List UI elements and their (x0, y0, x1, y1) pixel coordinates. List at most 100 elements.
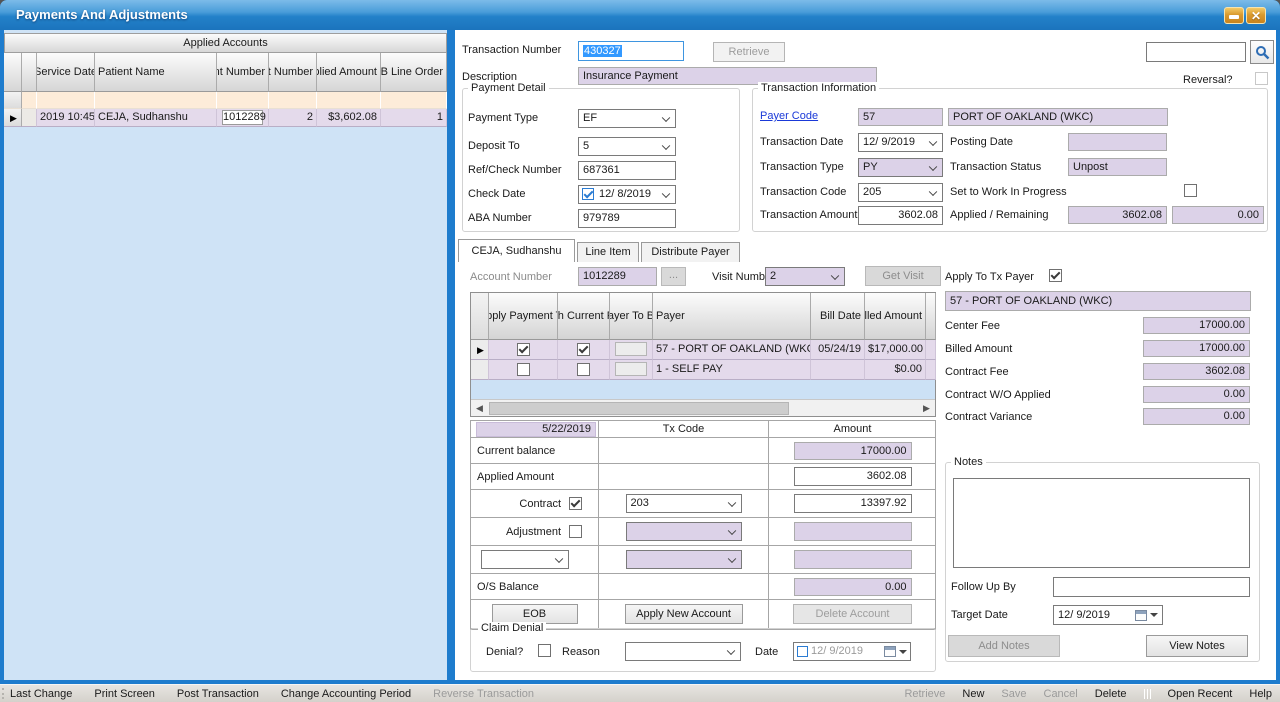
account-lookup-button[interactable]: ... (661, 267, 686, 286)
delete-command[interactable]: Delete (1095, 688, 1127, 700)
col-service-date[interactable]: Service Date (37, 53, 95, 92)
set-to-wip-checkbox[interactable] (1184, 184, 1197, 197)
col-visit-number[interactable]: Visit Number (269, 53, 317, 92)
col-switch-current-payer[interactable]: Switch Current Payer (558, 293, 610, 340)
cell-patient-name[interactable]: CEJA, Sudhanshu (95, 109, 217, 127)
switch-payer-checkbox[interactable] (577, 343, 590, 356)
cell-account-number[interactable]: 1012289 (217, 109, 269, 127)
denial-date-checkbox[interactable] (797, 646, 808, 657)
post-transaction-command[interactable]: Post Transaction (177, 688, 259, 700)
view-notes-button[interactable]: View Notes (1146, 635, 1248, 657)
scroll-left-icon[interactable]: ◀ (471, 400, 488, 417)
payer-to-bill-cell[interactable] (615, 342, 647, 356)
switch-payer-checkbox[interactable] (577, 363, 590, 376)
col-patient-name[interactable]: Patient Name (95, 53, 217, 92)
visit-number-select[interactable]: 2 (765, 267, 845, 286)
contract-amount-input[interactable]: 13397.92 (794, 494, 912, 513)
apply-payment-checkbox[interactable] (517, 343, 530, 356)
extra-row-select[interactable] (481, 550, 569, 569)
payer-row-self-pay[interactable]: 1 - SELF PAY $0.00 (471, 360, 935, 380)
col-billed-amount[interactable]: Billed Amount (865, 293, 926, 340)
cell-eob-line-order[interactable]: 1 (381, 109, 447, 127)
col-payer-to-bill[interactable]: Payer To Bill (610, 293, 653, 340)
apply-to-tx-payer-checkbox[interactable] (1049, 269, 1062, 282)
apply-new-account-button[interactable]: Apply New Account (625, 604, 743, 624)
check-date-checkbox[interactable] (582, 188, 594, 200)
denial-reason-select[interactable] (625, 642, 741, 661)
applied-amount-input[interactable]: 3602.08 (794, 467, 912, 486)
check-date-picker[interactable]: 12/ 8/2019 (578, 185, 676, 204)
notes-title: Notes (951, 456, 986, 468)
payer-to-bill-cell[interactable] (615, 362, 647, 376)
tab-line-item[interactable]: Line Item (577, 242, 639, 262)
search-input[interactable] (1146, 42, 1246, 62)
print-screen-command[interactable]: Print Screen (94, 688, 155, 700)
payer-cell[interactable]: 1 - SELF PAY (653, 360, 811, 380)
apply-payment-checkbox[interactable] (517, 363, 530, 376)
cell-applied-amount[interactable]: $3,602.08 (317, 109, 381, 127)
contract-tx-code-select[interactable]: 203 (626, 494, 742, 513)
transaction-code-select[interactable]: 205 (858, 183, 943, 202)
extra-tx-code-select[interactable] (626, 550, 742, 569)
adjustment-checkbox[interactable] (569, 525, 582, 538)
change-accounting-period-command[interactable]: Change Accounting Period (281, 688, 411, 700)
transaction-number-input[interactable]: 430327 (578, 41, 684, 61)
col-eob-line-order[interactable]: EOB Line Order (381, 53, 447, 92)
billed-amount-cell[interactable]: $17,000.00 (865, 340, 926, 360)
save-command[interactable]: Save (1001, 688, 1026, 700)
cell-visit-number[interactable]: 2 (269, 109, 317, 127)
reversal-checkbox[interactable] (1255, 72, 1268, 85)
deposit-to-select[interactable]: 5 (578, 137, 676, 156)
cancel-command[interactable]: Cancel (1044, 688, 1078, 700)
denial-date-picker[interactable]: 12/ 9/2019 (793, 642, 911, 661)
transaction-amount-input[interactable]: 3602.08 (858, 206, 943, 225)
col-bill-date[interactable]: Bill Date (811, 293, 865, 340)
delete-account-button[interactable]: Delete Account (793, 604, 912, 624)
col-account-number[interactable]: Account Number (217, 53, 269, 92)
get-visit-button[interactable]: Get Visit (865, 266, 941, 286)
retrieve-button[interactable]: Retrieve (713, 42, 785, 62)
account-number-field[interactable]: 1012289 (578, 267, 657, 286)
retrieve-command[interactable]: Retrieve (904, 688, 945, 700)
col-apply-payment-to[interactable]: Apply Payment To (489, 293, 558, 340)
posting-date-label: Posting Date (950, 136, 1013, 148)
open-recent-command[interactable]: Open Recent (1168, 688, 1233, 700)
tab-patient[interactable]: CEJA, Sudhanshu (458, 239, 575, 262)
aba-number-input[interactable]: 979789 (578, 209, 676, 228)
follow-up-by-input[interactable] (1053, 577, 1250, 597)
cell-service-date[interactable]: 2019 10:45:0 (37, 109, 95, 127)
adjustment-tx-code-select[interactable] (626, 522, 742, 541)
search-button[interactable] (1250, 40, 1274, 64)
payer-code-field[interactable]: 57 (858, 108, 943, 126)
scrollbar-thumb[interactable] (489, 402, 789, 415)
transaction-type-select[interactable]: PY (858, 158, 943, 177)
billed-amount-cell[interactable]: $0.00 (865, 360, 926, 380)
table-row[interactable]: ▶ 2019 10:45:0 CEJA, Sudhanshu 1012289 2… (4, 109, 447, 127)
last-change-command[interactable]: Last Change (10, 688, 72, 700)
eob-button[interactable]: EOB (492, 604, 578, 624)
reverse-transaction-command[interactable]: Reverse Transaction (433, 688, 534, 700)
payer-code-link[interactable]: Payer Code (760, 110, 818, 122)
transaction-date-picker[interactable]: 12/ 9/2019 (858, 133, 943, 152)
scroll-right-icon[interactable]: ▶ (918, 400, 935, 417)
notes-textarea[interactable] (953, 478, 1250, 568)
horizontal-scrollbar[interactable]: ◀ ▶ (471, 399, 935, 416)
target-date-picker[interactable]: 12/ 9/2019 (1053, 605, 1163, 625)
add-notes-button[interactable]: Add Notes (948, 635, 1060, 657)
col-applied-amount[interactable]: Applied Amount (317, 53, 381, 92)
ref-check-number-input[interactable]: 687361 (578, 161, 676, 180)
minimize-button[interactable] (1224, 7, 1244, 24)
col-payer[interactable]: Payer (653, 293, 811, 340)
filter-row[interactable] (4, 92, 447, 109)
bill-date-cell[interactable]: 05/24/19 (811, 340, 865, 360)
payer-row-port-of-oakland[interactable]: ▶ 57 - PORT OF OAKLAND (WKC) 05/24/19 $1… (471, 340, 935, 360)
close-button[interactable]: ✕ (1246, 7, 1266, 24)
contract-checkbox[interactable] (569, 497, 582, 510)
payment-type-select[interactable]: EF (578, 109, 676, 128)
help-command[interactable]: Help (1249, 688, 1272, 700)
tab-distribute-payer[interactable]: Distribute Payer (641, 242, 740, 262)
denial-checkbox[interactable] (538, 644, 551, 657)
bill-date-cell[interactable] (811, 360, 865, 380)
payer-cell[interactable]: 57 - PORT OF OAKLAND (WKC) (653, 340, 811, 360)
new-command[interactable]: New (962, 688, 984, 700)
